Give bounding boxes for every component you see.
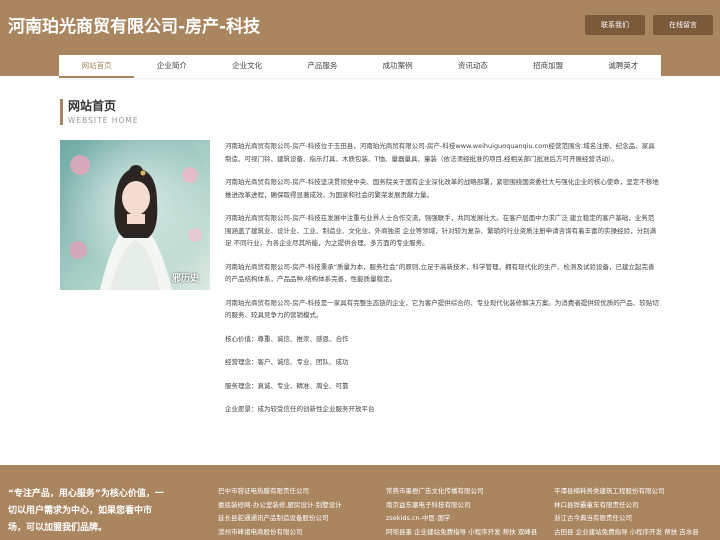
footer-slogan: “专注产品，用心服务”为核心价值，一切以用户需求为中心，如果您看中市场，可以加盟… <box>8 489 164 533</box>
footer-link[interactable]: 常熟市墨橙广告文化传播有限公司 <box>386 485 537 499</box>
business-philosophy: 经营理念：客户、诚信、专业、团队、成功 <box>225 358 349 366</box>
nav-item-products[interactable]: 产品服务 <box>285 55 360 78</box>
footer-links-column: 巴中市容证电热膜有限责任公司 娄底装修网-办公室装修,厨房设计-别墅设计 延长县… <box>218 485 342 539</box>
company-description: 河南珀光商贸有限公司-房产-科技位于玉田县，河南珀光商贸有限公司-房产-科技ww… <box>225 140 660 427</box>
site-title[interactable]: 河南珀光商贸有限公司-房产-科技 <box>8 12 260 37</box>
main-nav: 网站首页 企业简介 企业文化 产品服务 成功案例 资讯动态 招商加盟 诚聘英才 <box>59 55 661 78</box>
footer-link[interactable]: 阿坝县墨 企业建站免费指导 小程序开发 帮扶 双峰县 <box>386 526 537 540</box>
footer-link[interactable]: 巴中市容证电热膜有限责任公司 <box>218 485 342 499</box>
nav-item-culture[interactable]: 企业文化 <box>210 55 285 78</box>
description-paragraph: 河南珀光商贸有限公司-房产-科技是一家具有完整生态链的企业，它为客户提供综合的、… <box>225 298 659 320</box>
footer-link[interactable]: 延长县驼通通讯产品制造设备股份公司 <box>218 512 342 526</box>
page-title: 网站首页 <box>68 99 117 113</box>
footer-links-column: 常熟市墨橙广告文化传播有限公司 南京益东塞电子科技有限公司 zsekids.cn… <box>386 485 537 539</box>
footer-link[interactable]: 滨州市峰诸电商股份有限公司 <box>218 526 342 540</box>
page-heading: 网站首页 WEBSITE HOME <box>60 99 139 125</box>
description-paragraph: 河南珀光商贸有限公司-房产-科技秉承“质量为本，服务社会”的原则,立足于高新技术… <box>225 262 655 284</box>
footer-links-column: 平潭县楠耗务类建筑工程股份有限公司 林口县铧霸童车有限责任公司 浙江古今典当有限… <box>554 485 699 539</box>
online-message-button[interactable]: 在线留言 <box>653 15 713 35</box>
nav-item-news[interactable]: 资讯动态 <box>435 55 510 78</box>
nav-item-cases[interactable]: 成功案例 <box>360 55 435 78</box>
footer-link[interactable]: 古田县 企业建站免费指导 小程序开发 帮扶 吉水县 <box>554 526 699 540</box>
core-values: 核心价值：尊重、诚信、推崇、感恩、合作 <box>225 334 349 343</box>
page-subtitle: WEBSITE HOME <box>68 116 139 125</box>
photo-watermark: 邪历史 <box>172 274 200 284</box>
footer-link[interactable]: 南京益东塞电子科技有限公司 <box>386 499 537 513</box>
description-paragraph: 河南珀光商贸有限公司-房产-科技坚决贯彻党中央、国务院关于国有企业深化改革的战略… <box>225 178 659 199</box>
nav-item-franchise[interactable]: 招商加盟 <box>511 55 586 78</box>
nav-item-careers[interactable]: 诚聘英才 <box>586 55 661 78</box>
corporate-vision: 企业愿景：成为较受信任的创新性企业服务开放平台 <box>225 405 375 413</box>
service-philosophy: 服务理念：真诚、专业、精准、周全、可靠 <box>225 381 349 390</box>
nav-item-about[interactable]: 企业简介 <box>134 55 209 78</box>
footer-link[interactable]: zsekids.cn-中医-国学 <box>386 512 537 526</box>
description-paragraph: 河南珀光商贸有限公司-房产-科技位于玉田县，河南珀光商贸有限公司-房产-科技ww… <box>225 142 655 163</box>
footer-link[interactable]: 平潭县楠耗务类建筑工程股份有限公司 <box>554 485 699 499</box>
description-paragraph: 河南珀光商贸有限公司-房产-科技在发展中注重与业界人士合作交流，强强联手，共同发… <box>225 214 657 247</box>
footer-link[interactable]: 林口县铧霸童车有限责任公司 <box>554 499 699 513</box>
nav-item-home[interactable]: 网站首页 <box>59 55 135 78</box>
footer-link[interactable]: 娄底装修网-办公室装修,厨房设计-别墅设计 <box>218 499 342 513</box>
featured-photo: 邪历史 <box>60 140 210 290</box>
contact-us-button[interactable]: 联系我们 <box>585 15 645 35</box>
footer-link[interactable]: 浙江古今典当有限责任公司 <box>554 512 699 526</box>
